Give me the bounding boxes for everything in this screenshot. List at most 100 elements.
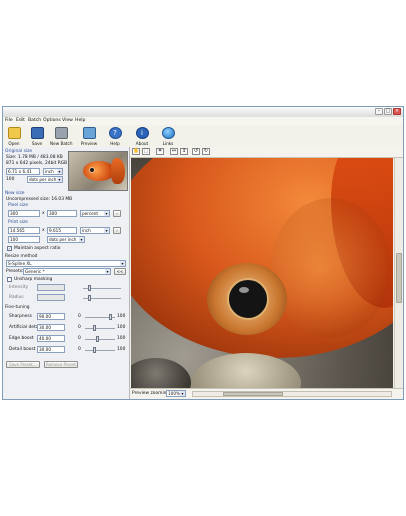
settings-panel: Original size Size: 1.78 MB / 483.08 KB … xyxy=(3,147,130,399)
rotate-right-icon[interactable]: ↻ xyxy=(202,148,210,155)
intensity-label: Intensity xyxy=(9,285,29,290)
menu-options[interactable]: Options xyxy=(43,118,61,123)
minimize-button[interactable]: – xyxy=(375,108,383,115)
finetune-min-label: 0 xyxy=(78,314,81,319)
intensity-field[interactable] xyxy=(37,284,65,291)
zoom-select[interactable]: 100% xyxy=(166,390,186,397)
menu-file[interactable]: File xyxy=(5,118,13,123)
hand-tool-icon[interactable]: ✋ xyxy=(132,148,140,155)
radius-field[interactable] xyxy=(37,294,65,301)
finetune-label: Detail boost xyxy=(9,347,36,352)
folder-icon xyxy=(7,127,21,139)
new-batch-button[interactable]: New Batch xyxy=(50,127,73,146)
resolution-unit-select[interactable]: dots per inch xyxy=(47,236,85,243)
remove-preset-button[interactable]: Remove Preset xyxy=(44,361,78,368)
print-unit-select[interactable]: inch xyxy=(80,227,110,234)
finetune-label: Edge boost xyxy=(9,336,34,341)
links-label: Links xyxy=(162,141,174,146)
preview-toolbar: ✋ ⬚ ⌗ ↔ ↕ ↺ ↻ xyxy=(130,147,403,158)
about-label: About xyxy=(135,141,149,146)
preview-panel: ✋ ⬚ ⌗ ↔ ↕ ↺ ↻ Preview zooming: 100% xyxy=(130,147,403,399)
fit-width-icon[interactable]: ↔ xyxy=(170,148,178,155)
save-preset-button[interactable]: Save Preset... xyxy=(6,361,40,368)
preview-button[interactable]: Preview xyxy=(78,127,100,146)
menu-edit[interactable]: Edit xyxy=(16,118,25,123)
maximize-button[interactable]: □ xyxy=(384,108,392,115)
finetune-max-label: 100 xyxy=(117,314,126,319)
finetune-slider-thumb[interactable] xyxy=(93,347,97,353)
finetune-slider[interactable] xyxy=(85,314,115,320)
finetune-slider-thumb[interactable] xyxy=(93,325,97,331)
menu-view[interactable]: View xyxy=(62,118,73,123)
horizontal-scroll-thumb[interactable] xyxy=(223,392,283,396)
finetune-value-field[interactable]: 30.00 xyxy=(37,324,65,331)
close-button[interactable]: × xyxy=(393,108,401,115)
zoom-label: Preview zooming: xyxy=(132,391,171,396)
open-button[interactable]: Open xyxy=(3,127,25,146)
original-size-text: Size: 1.78 MB / 483.08 KB xyxy=(6,155,63,160)
intensity-slider[interactable] xyxy=(83,285,121,291)
menu-batch[interactable]: Batch xyxy=(28,118,41,123)
about-button[interactable]: i About xyxy=(131,127,153,146)
original-dpi-select[interactable]: dots per inch xyxy=(27,176,63,183)
links-button[interactable]: Links xyxy=(157,127,179,146)
pixel-arrow-button[interactable]: › xyxy=(113,210,121,217)
radius-slider-thumb[interactable] xyxy=(88,295,91,301)
pixel-times-symbol: x xyxy=(42,211,45,216)
preview-image[interactable] xyxy=(131,158,393,391)
print-times-symbol: x xyxy=(42,228,45,233)
unsharp-masking-label: Unsharp masking xyxy=(14,277,53,282)
intensity-slider-thumb[interactable] xyxy=(88,285,91,291)
help-button[interactable]: ? Help xyxy=(104,127,126,146)
finetune-slider[interactable] xyxy=(85,347,115,353)
radius-slider[interactable] xyxy=(83,295,121,301)
fine-tuning-heading: Fine-tuning xyxy=(5,305,30,310)
finetune-slider-thumb[interactable] xyxy=(109,314,113,320)
print-arrow-button[interactable]: › xyxy=(113,227,121,234)
menu-help[interactable]: Help xyxy=(75,118,85,123)
preview-horizontal-scrollbar[interactable] xyxy=(192,391,392,397)
pixel-width-field[interactable]: 300 xyxy=(8,210,40,217)
print-size-heading: Print size xyxy=(8,220,29,225)
finetune-value-field[interactable]: 30.00 xyxy=(37,346,65,353)
finetune-slider[interactable] xyxy=(85,325,115,331)
globe-icon xyxy=(161,127,175,139)
preview-icon xyxy=(82,127,96,139)
aspect-ratio-label: Maintain aspect ratio xyxy=(14,246,61,251)
vertical-scroll-thumb[interactable] xyxy=(396,253,402,303)
crop-tool-icon[interactable]: ⌗ xyxy=(156,148,164,155)
app-window: – □ × File Edit Batch Options View Help … xyxy=(2,106,404,400)
finetune-value-field[interactable]: 40.00 xyxy=(37,335,65,342)
uncompressed-size-text: Uncompressed size: 16.03 MB xyxy=(6,197,73,202)
finetune-slider-thumb[interactable] xyxy=(95,336,99,342)
unsharp-masking-checkbox[interactable] xyxy=(7,277,12,282)
finetune-max-label: 100 xyxy=(117,336,126,341)
select-tool-icon[interactable]: ⬚ xyxy=(142,148,150,155)
info-icon: i xyxy=(135,127,149,139)
fit-height-icon[interactable]: ↕ xyxy=(180,148,188,155)
preview-vertical-scrollbar[interactable] xyxy=(394,158,403,391)
presets-select[interactable]: Generic * xyxy=(23,268,111,275)
finetune-label: Sharpness xyxy=(9,314,32,319)
pixel-height-field[interactable]: 300 xyxy=(47,210,77,217)
finetune-slider[interactable] xyxy=(85,336,115,342)
original-dims-field[interactable]: 6.71 x 6.41 xyxy=(6,168,40,175)
floppy-icon xyxy=(30,127,44,139)
resolution-field[interactable]: 100 xyxy=(8,236,40,243)
original-unit-select[interactable]: inch xyxy=(43,168,63,175)
presets-collapse-button[interactable]: << xyxy=(114,268,126,275)
print-width-field[interactable]: 14.565 xyxy=(8,227,40,234)
new-size-heading: New size xyxy=(5,191,25,196)
preview-label: Preview xyxy=(80,141,98,146)
aspect-ratio-checkbox[interactable]: ✓ xyxy=(7,246,12,251)
pixel-unit-select[interactable]: percent xyxy=(80,210,110,217)
new-batch-label: New Batch xyxy=(50,141,73,146)
presets-label: Presets: xyxy=(6,269,24,274)
finetune-value-field[interactable]: 90.00 xyxy=(37,313,65,320)
status-bar: Preview zooming: 100% xyxy=(130,388,403,399)
fish-eye-highlight xyxy=(239,287,249,293)
save-button[interactable]: Save xyxy=(26,127,48,146)
resize-method-select[interactable]: S-Spline XL xyxy=(6,260,126,267)
rotate-left-icon[interactable]: ↺ xyxy=(192,148,200,155)
print-height-field[interactable]: 9.615 xyxy=(47,227,77,234)
